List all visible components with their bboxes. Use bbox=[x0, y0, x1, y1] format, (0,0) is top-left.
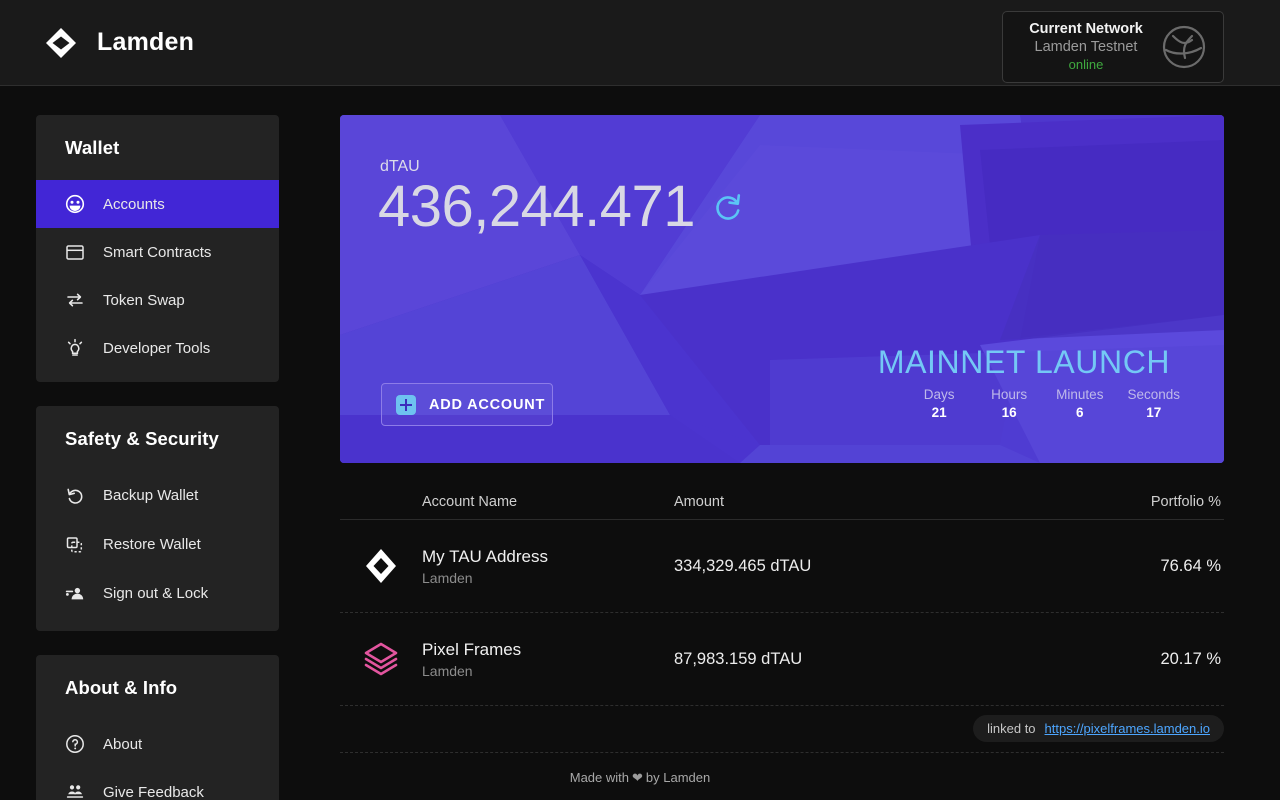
balance-card-content: dTAU 436,244.471 ADD ACCOUNT MAINNET LAU… bbox=[340, 115, 1224, 463]
add-account-label: ADD ACCOUNT bbox=[429, 397, 545, 413]
table-header: Account Name Amount Portfolio % bbox=[340, 485, 1224, 520]
account-name: Pixel Frames bbox=[422, 638, 521, 661]
column-header-amount-label: Amount bbox=[674, 494, 724, 510]
network-status: online bbox=[1013, 56, 1159, 73]
sidebar-item-restore-wallet[interactable]: Restore Wallet bbox=[36, 520, 279, 569]
accounts-table: Account Name Amount Portfolio % My TAU A… bbox=[340, 485, 1224, 753]
account-name: My TAU Address bbox=[422, 545, 548, 568]
countdown-unit-label: Seconds bbox=[1127, 386, 1180, 404]
countdown-unit-value: 16 bbox=[986, 404, 1032, 422]
linked-pill: linked to https://pixelframes.lamden.io bbox=[973, 715, 1224, 742]
sidebar-group-title: Safety & Security bbox=[36, 406, 279, 471]
network-name: Lamden Testnet bbox=[1013, 38, 1159, 56]
mainnet-countdown: MAINNET LAUNCH Days 21 Hours 16 Minutes bbox=[864, 343, 1184, 422]
lightbulb-icon bbox=[65, 338, 85, 358]
table-row[interactable]: Pixel Frames Lamden 87,983.159 dTAU 20.1… bbox=[340, 613, 1224, 706]
network-globe-icon bbox=[1159, 22, 1209, 72]
table-row[interactable]: My TAU Address Lamden 334,329.465 dTAU 7… bbox=[340, 520, 1224, 613]
sidebar-item-label: Sign out & Lock bbox=[103, 585, 208, 602]
column-header-name-label: Account Name bbox=[422, 494, 517, 510]
window-icon bbox=[65, 242, 85, 262]
countdown-unit-value: 17 bbox=[1127, 404, 1180, 422]
sidebar-item-label: Accounts bbox=[103, 196, 165, 213]
brand[interactable]: Lamden bbox=[44, 26, 194, 60]
countdown-unit-minutes: Minutes 6 bbox=[1056, 386, 1103, 422]
sidebar-item-label: Backup Wallet bbox=[103, 487, 198, 504]
app-root: Lamden Current Network Lamden Testnet on… bbox=[0, 0, 1280, 800]
network-badge[interactable]: Current Network Lamden Testnet online bbox=[1002, 11, 1224, 83]
sidebar-item-backup-wallet[interactable]: Backup Wallet bbox=[36, 471, 279, 520]
layers-stack-icon bbox=[358, 636, 404, 682]
sidebar-item-label: Restore Wallet bbox=[103, 536, 201, 553]
countdown-unit-value: 6 bbox=[1056, 404, 1103, 422]
balance-card: dTAU 436,244.471 ADD ACCOUNT MAINNET LAU… bbox=[340, 115, 1224, 463]
refresh-icon[interactable] bbox=[711, 190, 745, 224]
sidebar-item-label: Developer Tools bbox=[103, 340, 210, 357]
countdown-unit-hours: Hours 16 bbox=[986, 386, 1032, 422]
diamond-logo-icon bbox=[44, 26, 78, 60]
linked-row: linked to https://pixelframes.lamden.io bbox=[340, 706, 1224, 753]
countdown-units: Days 21 Hours 16 Minutes 6 Seconds bbox=[864, 386, 1184, 422]
footer-suffix: by Lamden bbox=[646, 770, 710, 785]
sidebar-item-developer-tools[interactable]: Developer Tools bbox=[36, 324, 279, 372]
balance-row: 436,244.471 bbox=[378, 178, 745, 236]
network-title: Current Network bbox=[1013, 21, 1159, 38]
row-name-cell: Pixel Frames Lamden bbox=[340, 636, 674, 682]
network-text: Current Network Lamden Testnet online bbox=[1003, 21, 1159, 73]
account-portfolio: 20.17 % bbox=[984, 650, 1224, 669]
heart-icon: ❤ bbox=[632, 770, 643, 785]
person-signout-icon bbox=[65, 584, 85, 604]
swap-arrows-icon bbox=[65, 290, 85, 310]
countdown-unit-seconds: Seconds 17 bbox=[1127, 386, 1180, 422]
countdown-unit-label: Minutes bbox=[1056, 386, 1103, 404]
sidebar-group-title: Wallet bbox=[36, 115, 279, 180]
sidebar-item-label: About bbox=[103, 736, 142, 753]
face-circle-icon bbox=[65, 194, 85, 214]
sidebar-item-smart-contracts[interactable]: Smart Contracts bbox=[36, 228, 279, 276]
column-header-portfolio-label: Portfolio % bbox=[1151, 494, 1221, 510]
brand-name: Lamden bbox=[97, 28, 194, 57]
sidebar-group-title: About & Info bbox=[36, 655, 279, 720]
account-portfolio: 76.64 % bbox=[984, 557, 1224, 576]
account-amount: 334,329.465 dTAU bbox=[674, 557, 984, 576]
account-network: Lamden bbox=[422, 568, 548, 588]
row-name-wrap: Pixel Frames Lamden bbox=[422, 638, 521, 681]
diamond-account-icon bbox=[358, 543, 404, 589]
row-name-cell: My TAU Address Lamden bbox=[340, 543, 674, 589]
countdown-title: MAINNET LAUNCH bbox=[864, 343, 1184, 381]
restore-arrow-icon bbox=[65, 486, 85, 506]
countdown-unit-label: Hours bbox=[986, 386, 1032, 404]
main-content: dTAU 436,244.471 ADD ACCOUNT MAINNET LAU… bbox=[340, 115, 1224, 753]
sidebar-item-accounts[interactable]: Accounts bbox=[36, 180, 279, 228]
countdown-unit-days: Days 21 bbox=[916, 386, 962, 422]
sidebar-group-safety: Safety & Security Backup Wallet Restore … bbox=[36, 406, 279, 631]
countdown-unit-value: 21 bbox=[916, 404, 962, 422]
column-header-amount: Amount bbox=[674, 493, 984, 511]
sidebar: Wallet Accounts Smart Contracts bbox=[36, 115, 279, 800]
add-account-button[interactable]: ADD ACCOUNT bbox=[381, 383, 553, 426]
footer: Made with❤by Lamden bbox=[0, 770, 1280, 786]
linked-url[interactable]: https://pixelframes.lamden.io bbox=[1045, 721, 1210, 736]
sidebar-item-about[interactable]: About bbox=[36, 720, 279, 768]
footer-prefix: Made with bbox=[570, 770, 629, 785]
column-header-name: Account Name bbox=[340, 493, 674, 511]
copy-dashed-icon bbox=[65, 535, 85, 555]
sidebar-item-sign-out-lock[interactable]: Sign out & Lock bbox=[36, 569, 279, 618]
sidebar-group-wallet: Wallet Accounts Smart Contracts bbox=[36, 115, 279, 382]
account-amount: 87,983.159 dTAU bbox=[674, 650, 984, 669]
linked-label: linked to bbox=[987, 721, 1035, 736]
balance-amount: 436,244.471 bbox=[378, 178, 695, 236]
plus-square-icon bbox=[396, 395, 416, 415]
sidebar-item-label: Token Swap bbox=[103, 292, 185, 309]
sidebar-item-label: Smart Contracts bbox=[103, 244, 211, 261]
column-header-portfolio: Portfolio % bbox=[984, 493, 1224, 511]
question-circle-icon bbox=[65, 734, 85, 754]
countdown-unit-label: Days bbox=[916, 386, 962, 404]
row-name-wrap: My TAU Address Lamden bbox=[422, 545, 548, 588]
account-network: Lamden bbox=[422, 661, 521, 681]
sidebar-item-token-swap[interactable]: Token Swap bbox=[36, 276, 279, 324]
top-bar: Lamden Current Network Lamden Testnet on… bbox=[0, 0, 1280, 86]
